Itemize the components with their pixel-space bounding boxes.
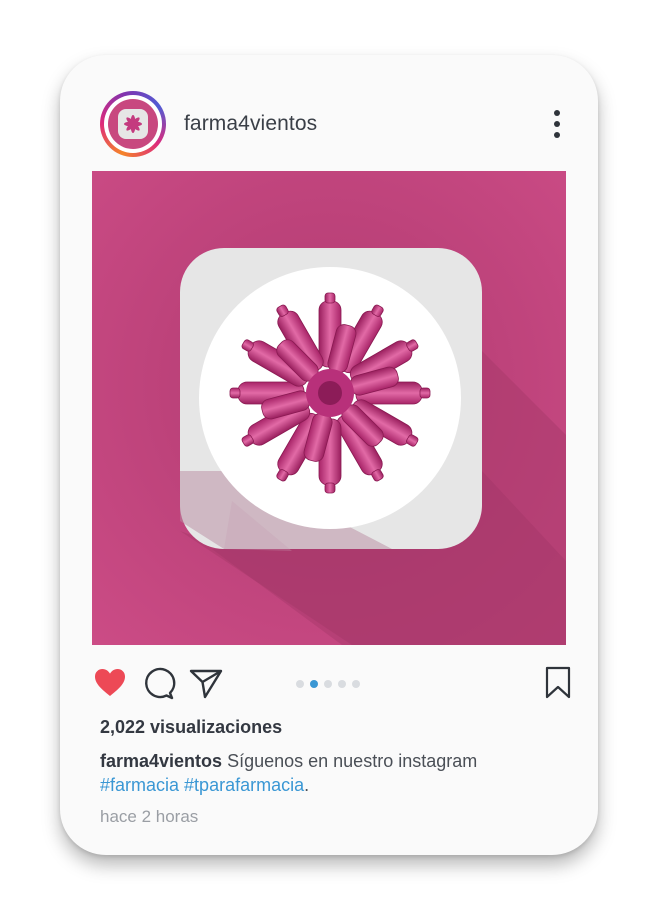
instagram-post-card: farma4vientos 2,022 visualizaciones farm… (60, 55, 598, 855)
profile-avatar[interactable] (100, 91, 166, 157)
carousel-indicator (296, 680, 360, 688)
post-caption: farma4vientos Síguenos en nuestro instag… (100, 749, 540, 797)
post-actions-bar (60, 665, 598, 705)
post-image[interactable] (92, 171, 566, 645)
hashtag-tparafarmacia[interactable]: #tparafarmacia (184, 775, 304, 795)
profile-username[interactable]: farma4vientos (184, 112, 317, 136)
hashtag-farmacia[interactable]: #farmacia (100, 775, 179, 795)
comment-icon[interactable] (140, 665, 176, 701)
caption-username[interactable]: farma4vientos (100, 751, 222, 771)
post-timestamp: hace 2 horas (100, 807, 199, 826)
bookmark-icon[interactable] (540, 665, 576, 701)
caption-text: Síguenos en nuestro instagram (227, 751, 478, 771)
carousel-dot[interactable] (338, 680, 346, 688)
carousel-dot-active[interactable] (310, 680, 318, 688)
carousel-dot[interactable] (296, 680, 304, 688)
send-icon[interactable] (188, 665, 224, 701)
caption-end: . (304, 775, 310, 795)
more-vertical-icon[interactable] (550, 108, 564, 140)
views-count[interactable]: 2,022 visualizaciones (100, 717, 282, 738)
carousel-dot[interactable] (352, 680, 360, 688)
app-icon-flower-bottles (92, 171, 566, 645)
heart-icon[interactable] (92, 665, 128, 701)
brand-logo-icon (108, 99, 158, 149)
carousel-dot[interactable] (324, 680, 332, 688)
